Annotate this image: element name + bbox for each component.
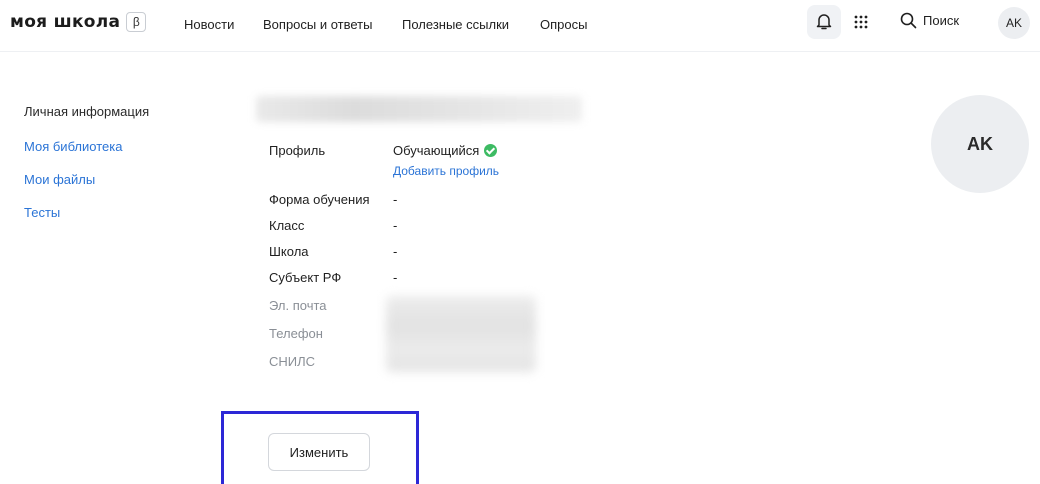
profile-avatar: AK: [931, 95, 1029, 193]
top-header: моя школа β Новости Вопросы и ответы Пол…: [0, 0, 1040, 52]
sidebar-item-tests[interactable]: Тесты: [24, 205, 60, 220]
phone-label: Телефон: [269, 326, 323, 341]
sidebar-item-personal-info[interactable]: Личная информация: [24, 104, 149, 119]
notifications-button[interactable]: [807, 5, 841, 39]
add-profile-link[interactable]: Добавить профиль: [393, 164, 499, 178]
bell-icon: [816, 14, 832, 30]
user-name-redacted: [256, 96, 582, 122]
nav-useful-links[interactable]: Полезные ссылки: [402, 17, 509, 32]
sidebar-item-my-library[interactable]: Моя библиотека: [24, 139, 122, 154]
logo-text: моя школа: [10, 12, 121, 32]
nav-faq[interactable]: Вопросы и ответы: [263, 17, 372, 32]
profile-value: Обучающийся: [393, 143, 480, 158]
beta-badge: β: [126, 12, 147, 32]
apps-menu-button[interactable]: [844, 5, 878, 39]
class-value: -: [393, 218, 398, 233]
education-form-label: Форма обучения: [269, 192, 370, 207]
grid-icon: [854, 15, 868, 29]
sidebar-item-my-files[interactable]: Мои файлы: [24, 172, 95, 187]
nav-news[interactable]: Новости: [184, 17, 234, 32]
search-button[interactable]: Поиск: [900, 12, 959, 29]
profile-label: Профиль: [269, 143, 326, 158]
contacts-redacted: [386, 296, 536, 372]
logo[interactable]: моя школа β: [10, 12, 147, 32]
region-value: -: [393, 270, 398, 285]
class-label: Класс: [269, 218, 305, 233]
region-label: Субъект РФ: [269, 270, 342, 285]
email-label: Эл. почта: [269, 298, 327, 313]
school-label: Школа: [269, 244, 309, 259]
edit-button[interactable]: Изменить: [268, 433, 370, 471]
school-value: -: [393, 244, 398, 259]
search-icon: [900, 12, 917, 29]
nav-surveys[interactable]: Опросы: [540, 17, 587, 32]
check-circle-icon: [484, 144, 498, 157]
user-avatar[interactable]: AK: [998, 7, 1030, 39]
profile-value-wrap: Обучающийся: [393, 143, 498, 158]
education-form-value: -: [393, 192, 398, 207]
snils-label: СНИЛС: [269, 354, 316, 369]
search-label: Поиск: [923, 13, 960, 28]
